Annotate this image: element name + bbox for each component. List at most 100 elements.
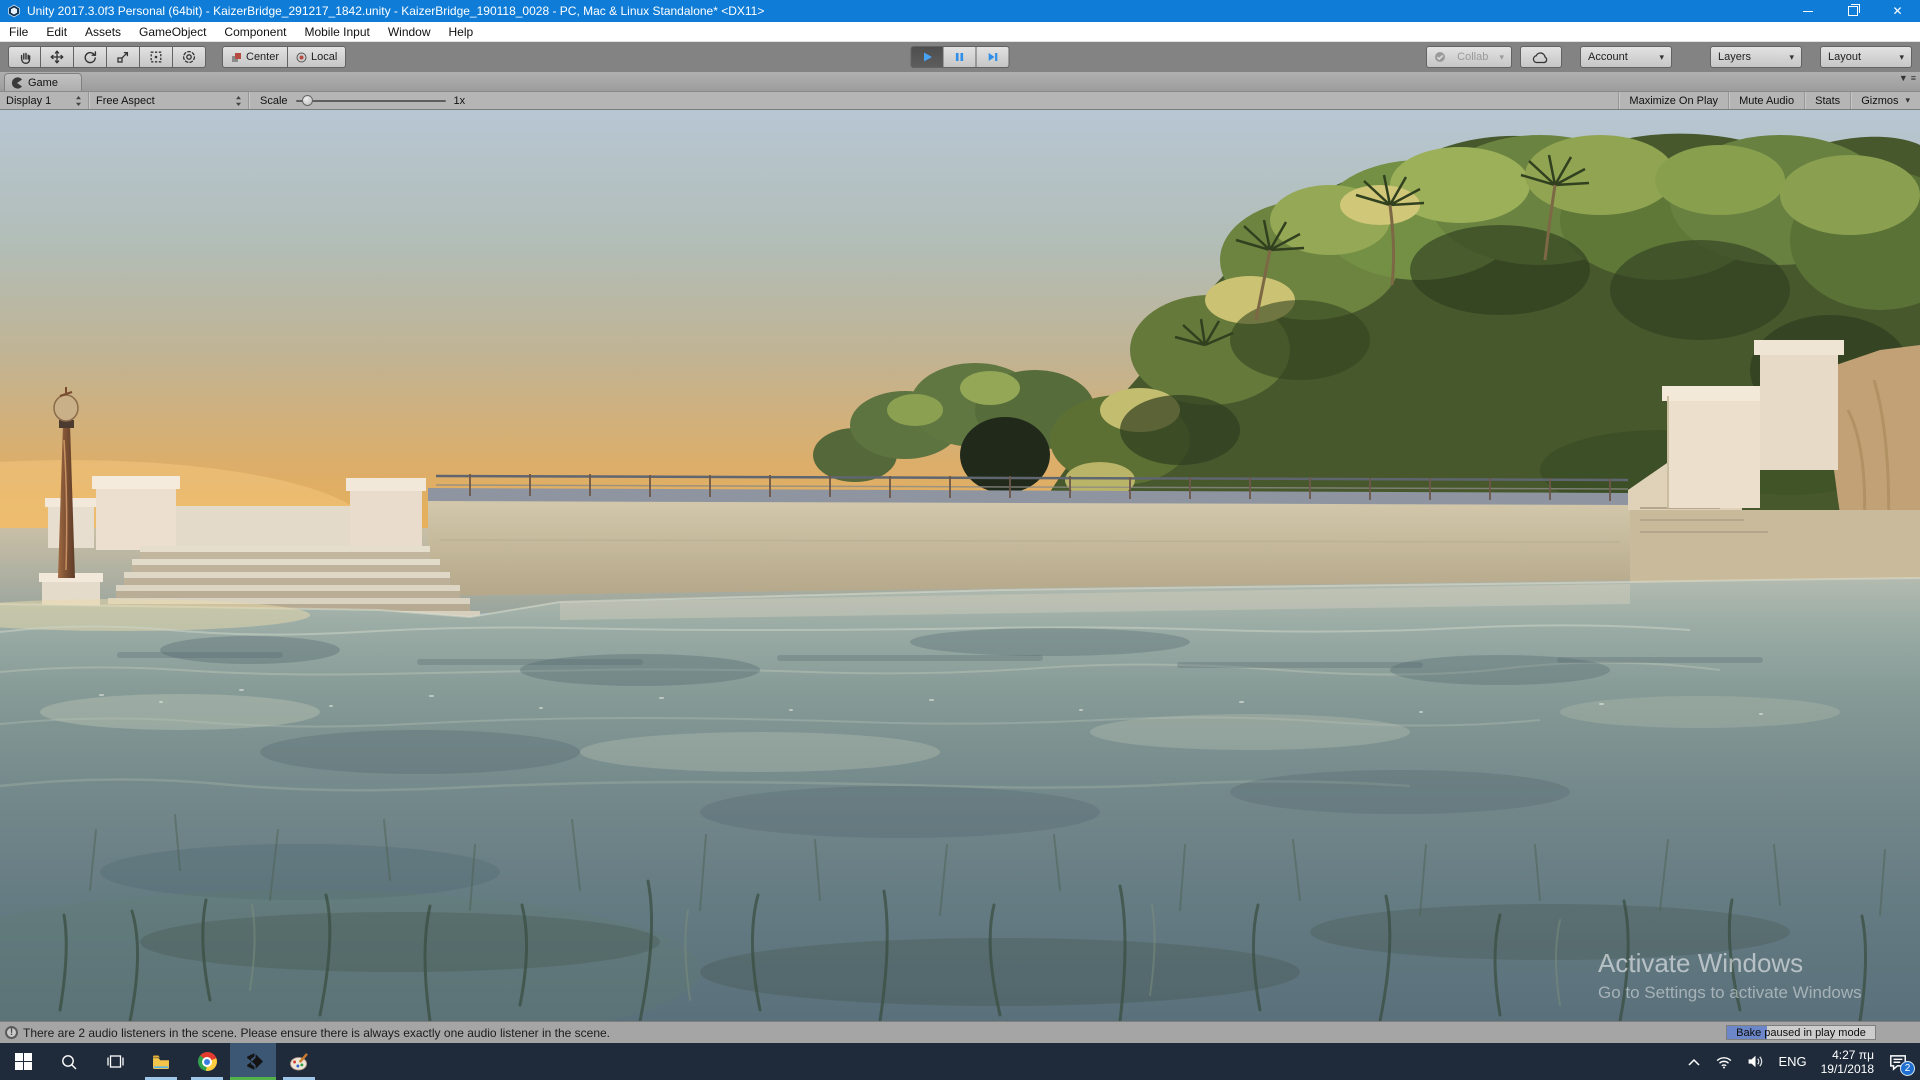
menu-help[interactable]: Help [440,25,483,39]
task-view-icon [106,1053,125,1070]
start-button[interactable] [0,1043,46,1080]
transform-tool-button[interactable] [173,46,206,68]
aspect-dropdown-label: Free Aspect [96,95,155,107]
account-caret-icon: ▾ [1659,53,1664,62]
layout-label: Layout [1828,51,1861,63]
paint-button[interactable] [276,1043,322,1080]
menu-component[interactable]: Component [215,25,295,39]
account-dropdown[interactable]: Account ▾ [1580,46,1672,68]
scale-label: Scale [260,95,288,107]
divider [248,92,250,109]
updown-icon [75,95,82,107]
maximize-on-play-toggle[interactable]: Maximize On Play [1618,92,1728,109]
volume-icon[interactable] [1747,1054,1764,1069]
hand-tool-button[interactable] [8,46,41,68]
unity-editor-window: Unity 2017.3.0f3 Personal (64bit) - Kaiz… [0,0,1920,1080]
task-view-button[interactable] [92,1043,138,1080]
pivot-toggle-button[interactable]: Center [222,46,288,68]
layers-caret-icon: ▾ [1789,53,1794,62]
language-indicator[interactable]: ENG [1778,1054,1806,1069]
grotto-shadow [960,417,1050,493]
transform-tools-group [8,46,206,68]
bake-status-label: Bake paused in play mode [1727,1026,1875,1039]
restore-icon [1848,6,1858,16]
action-center-button[interactable]: 2 [1888,1053,1908,1071]
restore-button[interactable] [1830,0,1875,22]
chrome-button[interactable] [184,1043,230,1080]
play-button[interactable] [911,46,944,68]
rect-tool-button[interactable] [140,46,173,68]
close-button[interactable]: ✕ [1875,0,1920,22]
menu-bar: File Edit Assets GameObject Component Mo… [0,22,1920,42]
panel-menu-button[interactable]: ▼ ≡ [1899,74,1916,83]
gizmos-label: Gizmos [1861,95,1898,107]
game-view-tab[interactable]: Game [4,73,82,91]
windows-logo-icon [15,1053,32,1070]
tray-chevron-up-icon[interactable] [1687,1057,1701,1067]
aspect-ratio-dropdown[interactable]: Free Aspect [90,92,248,109]
rotate-tool-button[interactable] [74,46,107,68]
menu-gameobject[interactable]: GameObject [130,25,215,39]
menu-edit[interactable]: Edit [37,25,76,39]
game-viewport[interactable]: Activate Windows Go to Settings to activ… [0,110,1920,1021]
collab-button[interactable]: Collab ▾ [1426,46,1512,68]
taskbar-clock[interactable]: 4:27 πμ 19/1/2018 [1821,1048,1874,1076]
panel-tab-bar: Game ▼ ≡ [0,72,1920,92]
layout-dropdown[interactable]: Layout ▾ [1820,46,1912,68]
menu-assets[interactable]: Assets [76,25,130,39]
cloud-icon [1532,51,1550,64]
pause-button[interactable] [944,46,977,68]
move-tool-button[interactable] [41,46,74,68]
step-button[interactable] [977,46,1010,68]
menu-file[interactable]: File [0,25,37,39]
windows-taskbar: ENG 4:27 πμ 19/1/2018 2 [0,1043,1920,1080]
scale-value: 1x [454,95,466,107]
title-bar: Unity 2017.3.0f3 Personal (64bit) - Kaiz… [0,0,1920,22]
play-icon [920,50,934,64]
panel-menu-icon: ≡ [1911,74,1916,83]
notification-badge: 2 [1900,1061,1915,1076]
space-toggle-button[interactable]: Local [288,46,346,68]
unity-logo-icon [7,4,21,18]
file-explorer-button[interactable] [138,1043,184,1080]
minimize-button[interactable] [1785,0,1830,22]
status-message: There are 2 audio listeners in the scene… [23,1026,610,1040]
game-tab-label: Game [28,77,58,89]
paint-icon [289,1053,309,1071]
search-button[interactable] [46,1043,92,1080]
editor-toolbar: Center Local Collab ▾ [0,42,1920,72]
wifi-icon[interactable] [1715,1054,1733,1069]
gizmos-dropdown[interactable]: Gizmos ▾ [1850,92,1920,109]
clock-time: 4:27 πμ [1821,1048,1874,1062]
playmode-group [911,46,1010,68]
window-title: Unity 2017.3.0f3 Personal (64bit) - Kaiz… [27,4,764,18]
layers-dropdown[interactable]: Layers ▾ [1710,46,1802,68]
unity-taskbar-icon [243,1051,264,1072]
status-bar[interactable]: ! There are 2 audio listeners in the sce… [0,1021,1920,1043]
stats-toggle[interactable]: Stats [1804,92,1850,109]
menu-mobile-input[interactable]: Mobile Input [295,25,378,39]
cloud-button[interactable] [1520,46,1562,68]
space-icon [296,52,307,63]
pivot-icon [231,52,242,63]
scale-tool-button[interactable] [107,46,140,68]
bake-status-button[interactable]: Bake paused in play mode [1726,1025,1876,1040]
window-controls: ✕ [1785,0,1920,22]
warning-icon: ! [5,1026,18,1039]
speaker-glyph [1747,1054,1764,1069]
menu-window[interactable]: Window [379,25,440,39]
mute-audio-toggle[interactable]: Mute Audio [1728,92,1804,109]
unity-taskbar-button[interactable] [230,1043,276,1080]
clock-date: 19/1/2018 [1821,1062,1874,1076]
scale-slider-knob[interactable] [302,95,313,106]
search-icon [60,1053,78,1071]
water [0,578,1920,1021]
panel-caret-icon: ▼ [1899,74,1908,83]
pivot-label: Center [246,51,279,63]
pivot-space-group: Center Local [222,46,346,68]
display-dropdown[interactable]: Display 1 [0,92,88,109]
game-view-toggles: Maximize On Play Mute Audio Stats Gizmos… [1618,92,1920,109]
collab-label: Collab [1457,51,1488,63]
scale-slider[interactable] [296,100,446,102]
account-label: Account [1588,51,1628,63]
